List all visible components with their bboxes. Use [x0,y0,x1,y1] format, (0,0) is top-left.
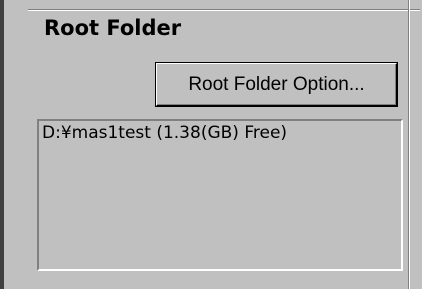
root-folder-list[interactable]: D:¥mas1test (1.38(GB) Free) [37,119,403,271]
group-box-top-border-highlight [28,10,420,11]
list-item[interactable]: D:¥mas1test (1.38(GB) Free) [42,123,287,143]
section-title: Root Folder [44,16,182,40]
panel-left-border [0,0,4,289]
root-folder-panel: { "section": { "title": "Root Folder" },… [0,0,422,289]
group-box-right-border-highlight [409,0,410,289]
root-folder-option-button[interactable]: Root Folder Option... [155,62,398,107]
